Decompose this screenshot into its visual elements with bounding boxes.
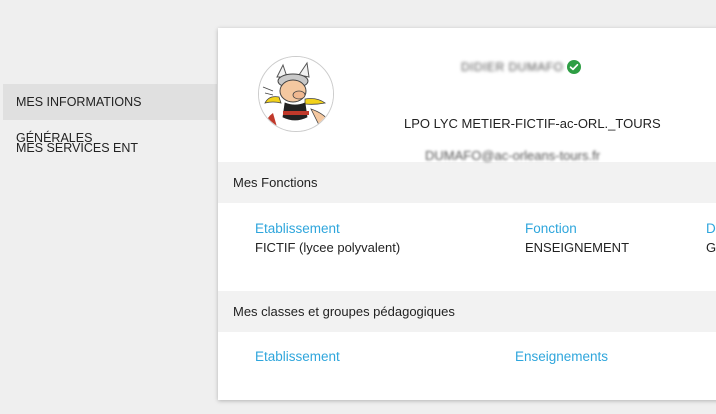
sidebar: MES INFORMATIONS GÉNÉRALES MES SERVICES …: [0, 84, 217, 166]
classes-col-enseignements: Enseignements: [515, 349, 608, 364]
column-label: Etablissement: [255, 221, 340, 236]
column-label: Di: [706, 221, 716, 236]
user-name: DIDIER DUMAFO: [461, 60, 564, 74]
column-value: FICTIF (lycee polyvalent): [255, 240, 401, 255]
column-value: ENSEIGNEMENT: [525, 240, 630, 255]
avatar: [258, 56, 334, 132]
email-user: DUMAFO: [425, 148, 482, 163]
email-domain: @ac-orleans-tours.fr: [481, 148, 601, 163]
sidebar-item-services-ent[interactable]: MES SERVICES ENT: [3, 130, 217, 166]
fonctions-col-third: Di G: [706, 221, 716, 255]
classes-table: Etablissement Enseignements: [218, 332, 716, 400]
column-label: Etablissement: [255, 349, 340, 364]
fonctions-table: Etablissement FICTIF (lycee polyvalent) …: [218, 203, 716, 291]
user-email: DUMAFO@ac-orleans-tours.fr: [425, 148, 600, 163]
cartoon-character-avatar-icon: [259, 57, 333, 131]
verified-check-icon: [566, 60, 581, 74]
fonctions-col-etablissement: Etablissement FICTIF (lycee polyvalent): [255, 221, 400, 255]
classes-col-etablissement: Etablissement: [255, 349, 340, 364]
profile-header: DIDIER DUMAFO LPO LYC METIER-FICTIF-ac-O…: [218, 28, 716, 163]
sidebar-item-informations-generales[interactable]: MES INFORMATIONS GÉNÉRALES: [3, 84, 217, 145]
column-value: G: [706, 240, 716, 255]
name-row: DIDIER DUMAFO: [461, 58, 581, 76]
column-label: Enseignements: [515, 349, 609, 364]
column-label: Fonction: [525, 221, 577, 236]
fonctions-col-fonction: Fonction ENSEIGNEMENT: [525, 221, 629, 255]
profile-card: DIDIER DUMAFO LPO LYC METIER-FICTIF-ac-O…: [218, 28, 716, 400]
section-header-classes: Mes classes et groupes pédagogiques: [218, 291, 716, 332]
section-header-fonctions: Mes Fonctions: [218, 162, 716, 203]
school-name: LPO LYC METIER-FICTIF-ac-ORL._TOURS: [404, 116, 661, 131]
